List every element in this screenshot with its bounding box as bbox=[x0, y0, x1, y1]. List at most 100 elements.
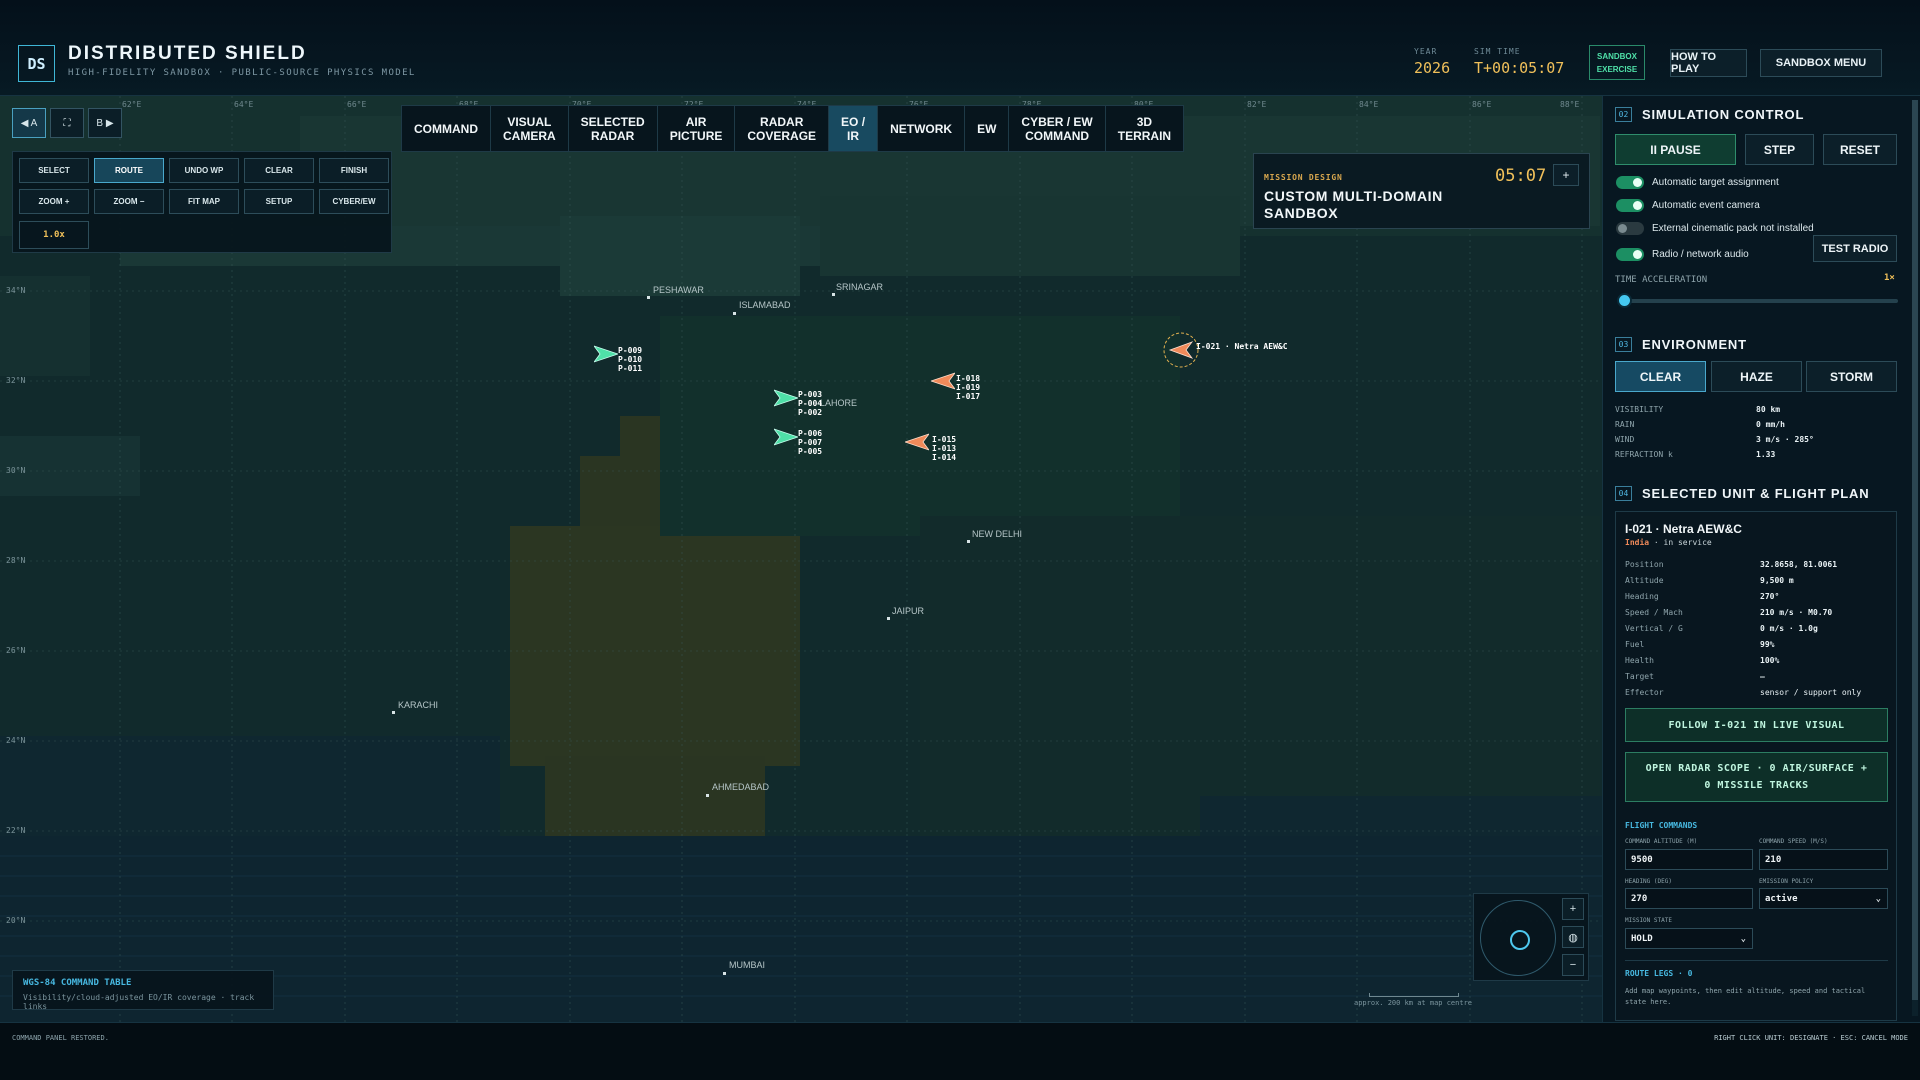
unit-value: — bbox=[1760, 672, 1765, 681]
command-altitude-input[interactable]: 9500 bbox=[1625, 849, 1753, 870]
selected-unit-label: I-021 · Netra AEW&C bbox=[1196, 342, 1288, 351]
field-label: COMMAND ALTITUDE (M) bbox=[1625, 838, 1698, 845]
tab-label: TERRAIN bbox=[1117, 128, 1172, 143]
how-to-play-button[interactable]: HOW TO PLAY bbox=[1670, 49, 1747, 77]
finish-route-button[interactable]: FINISH bbox=[319, 158, 389, 183]
sandbox-menu-button[interactable]: SANDBOX MENU bbox=[1760, 49, 1882, 77]
route-hint: Add map waypoints, then edit altitude, s… bbox=[1625, 987, 1866, 1006]
city-marker bbox=[647, 296, 650, 299]
unit-value: 0 m/s · 1.0g bbox=[1760, 624, 1818, 633]
compass-widget: + ◍ − bbox=[1473, 893, 1589, 981]
tab-visual-camera[interactable]: VISUAL CAMERA bbox=[491, 106, 569, 151]
setup-button[interactable]: SETUP bbox=[244, 189, 314, 214]
compass-zoom-out-button[interactable]: − bbox=[1562, 954, 1584, 976]
tab-3d-terrain[interactable]: 3D TERRAIN bbox=[1106, 106, 1183, 151]
time-accel-slider[interactable] bbox=[1622, 299, 1898, 303]
section-number: 03 bbox=[1615, 337, 1632, 352]
fit-map-button[interactable]: FIT MAP bbox=[169, 189, 239, 214]
unit-value: sensor / support only bbox=[1760, 688, 1862, 697]
unit-label: I-014 bbox=[932, 453, 957, 462]
unit-group-labels: P-003 P-004 P-002 bbox=[798, 390, 822, 417]
emission-policy-select[interactable]: active ⌄ bbox=[1759, 888, 1888, 909]
badge-line-1: SANDBOX bbox=[1596, 52, 1637, 61]
friendly-aircraft-icon[interactable] bbox=[594, 345, 618, 363]
zoom-out-button[interactable]: ZOOM − bbox=[94, 189, 164, 214]
tab-network[interactable]: NETWORK bbox=[878, 106, 966, 151]
scale-bar bbox=[1369, 993, 1459, 997]
tab-ew[interactable]: EW bbox=[965, 106, 1010, 151]
app-root: DS DISTRIBUTED SHIELD HIGH-FIDELITY SAND… bbox=[0, 0, 1920, 1080]
tab-label: EO / bbox=[841, 114, 866, 129]
heading-input[interactable]: 270 bbox=[1625, 888, 1753, 909]
follow-live-visual-button[interactable]: FOLLOW I-021 IN LIVE VISUAL bbox=[1625, 708, 1888, 742]
city-label: ISLAMABAD bbox=[739, 300, 791, 310]
next-view-button[interactable]: B ▶ bbox=[88, 108, 122, 138]
lat-label: 34°N bbox=[6, 286, 26, 295]
field-label: HEADING (DEG) bbox=[1625, 878, 1672, 885]
step-button[interactable]: STEP bbox=[1745, 134, 1814, 165]
route-tool-button[interactable]: ROUTE bbox=[94, 158, 164, 183]
mission-state-select[interactable]: HOLD ⌄ bbox=[1625, 928, 1753, 949]
undo-waypoint-button[interactable]: UNDO WP bbox=[169, 158, 239, 183]
command-speed-input[interactable]: 210 bbox=[1759, 849, 1888, 870]
tab-eo-ir[interactable]: EO / IR bbox=[829, 106, 879, 151]
mission-clock: 05:07 bbox=[1495, 166, 1547, 186]
unit-label: P-010 bbox=[618, 355, 643, 364]
reset-button[interactable]: RESET bbox=[1823, 134, 1897, 165]
pause-button[interactable]: II PAUSE bbox=[1615, 134, 1736, 165]
app-subtitle: HIGH-FIDELITY SANDBOX · PUBLIC-SOURCE PH… bbox=[68, 68, 416, 78]
cyber-ew-tool-button[interactable]: CYBER/EW bbox=[319, 189, 389, 214]
status-message: COMMAND PANEL RESTORED. bbox=[12, 1034, 109, 1042]
toggle-label: External cinematic pack not installed bbox=[1652, 223, 1814, 234]
tab-radar-coverage[interactable]: RADAR COVERAGE bbox=[735, 106, 830, 151]
lon-label: 84°E bbox=[1359, 100, 1379, 109]
toggle-radio-audio[interactable] bbox=[1616, 248, 1644, 261]
toggle-auto-camera[interactable] bbox=[1616, 199, 1644, 212]
env-value: 0 mm/h bbox=[1756, 420, 1785, 429]
toggle-cinematic-pack[interactable] bbox=[1616, 222, 1644, 235]
lat-label: 32°N bbox=[6, 376, 26, 385]
hostile-aircraft-icon[interactable] bbox=[931, 372, 955, 390]
badge-line-2: EXERCISE bbox=[1596, 65, 1638, 74]
weather-storm-button[interactable]: STORM bbox=[1806, 361, 1897, 392]
app-title: DISTRIBUTED SHIELD bbox=[68, 43, 307, 64]
right-panel-scrollbar[interactable] bbox=[1912, 100, 1918, 1016]
unit-group-labels: I-015 I-013 I-014 bbox=[932, 435, 956, 462]
unit-key: Effector bbox=[1625, 688, 1664, 697]
city-label: KARACHI bbox=[398, 700, 439, 710]
toggle-label: Automatic event camera bbox=[1652, 200, 1760, 211]
tab-cyber-ew-command[interactable]: CYBER / EW COMMAND bbox=[1009, 106, 1106, 151]
legend-title: WGS-84 COMMAND TABLE bbox=[23, 978, 132, 988]
view-tabs: COMMAND VISUAL CAMERA SELECTED RADAR AIR PI… bbox=[401, 105, 1185, 152]
test-radio-button[interactable]: TEST RADIO bbox=[1813, 235, 1897, 262]
tab-label: RADAR bbox=[591, 128, 635, 143]
map-tool-panel: SELECT ROUTE UNDO WP CLEAR FINISH ZOOM +… bbox=[12, 151, 392, 253]
compass-ring-icon[interactable] bbox=[1480, 900, 1556, 976]
selected-unit-aewc-icon[interactable] bbox=[1162, 331, 1200, 369]
weather-clear-button[interactable]: CLEAR bbox=[1615, 361, 1706, 392]
radar-scope-line-2: 0 MISSILE TRACKS bbox=[1704, 780, 1809, 791]
select-tool-button[interactable]: SELECT bbox=[19, 158, 89, 183]
scroll-thumb[interactable] bbox=[1912, 100, 1918, 1000]
tab-command[interactable]: COMMAND bbox=[402, 106, 491, 151]
mission-expand-button[interactable]: + bbox=[1553, 164, 1579, 186]
tab-label: RADAR bbox=[760, 114, 804, 129]
fullscreen-icon[interactable]: ⛶ bbox=[50, 108, 84, 138]
city-label: PESHAWAR bbox=[653, 285, 704, 295]
friendly-aircraft-icon[interactable] bbox=[774, 389, 798, 407]
top-bar: DS DISTRIBUTED SHIELD HIGH-FIDELITY SAND… bbox=[0, 0, 1920, 96]
slider-thumb[interactable] bbox=[1617, 293, 1632, 308]
globe-icon[interactable]: ◍ bbox=[1562, 926, 1584, 948]
emission-policy-value: active bbox=[1765, 893, 1798, 904]
prev-view-button[interactable]: ◀ A bbox=[12, 108, 46, 138]
toggle-auto-target[interactable] bbox=[1616, 176, 1644, 189]
friendly-aircraft-icon[interactable] bbox=[774, 428, 798, 446]
zoom-in-button[interactable]: ZOOM + bbox=[19, 189, 89, 214]
compass-zoom-in-button[interactable]: + bbox=[1562, 898, 1584, 920]
weather-haze-button[interactable]: HAZE bbox=[1711, 361, 1802, 392]
hostile-aircraft-icon[interactable] bbox=[905, 433, 929, 451]
tab-air-picture[interactable]: AIR PICTURE bbox=[658, 106, 736, 151]
open-radar-scope-button[interactable]: OPEN RADAR SCOPE · 0 AIR/SURFACE + 0 MISS… bbox=[1625, 752, 1888, 802]
tab-selected-radar[interactable]: SELECTED RADAR bbox=[569, 106, 658, 151]
clear-route-button[interactable]: CLEAR bbox=[244, 158, 314, 183]
